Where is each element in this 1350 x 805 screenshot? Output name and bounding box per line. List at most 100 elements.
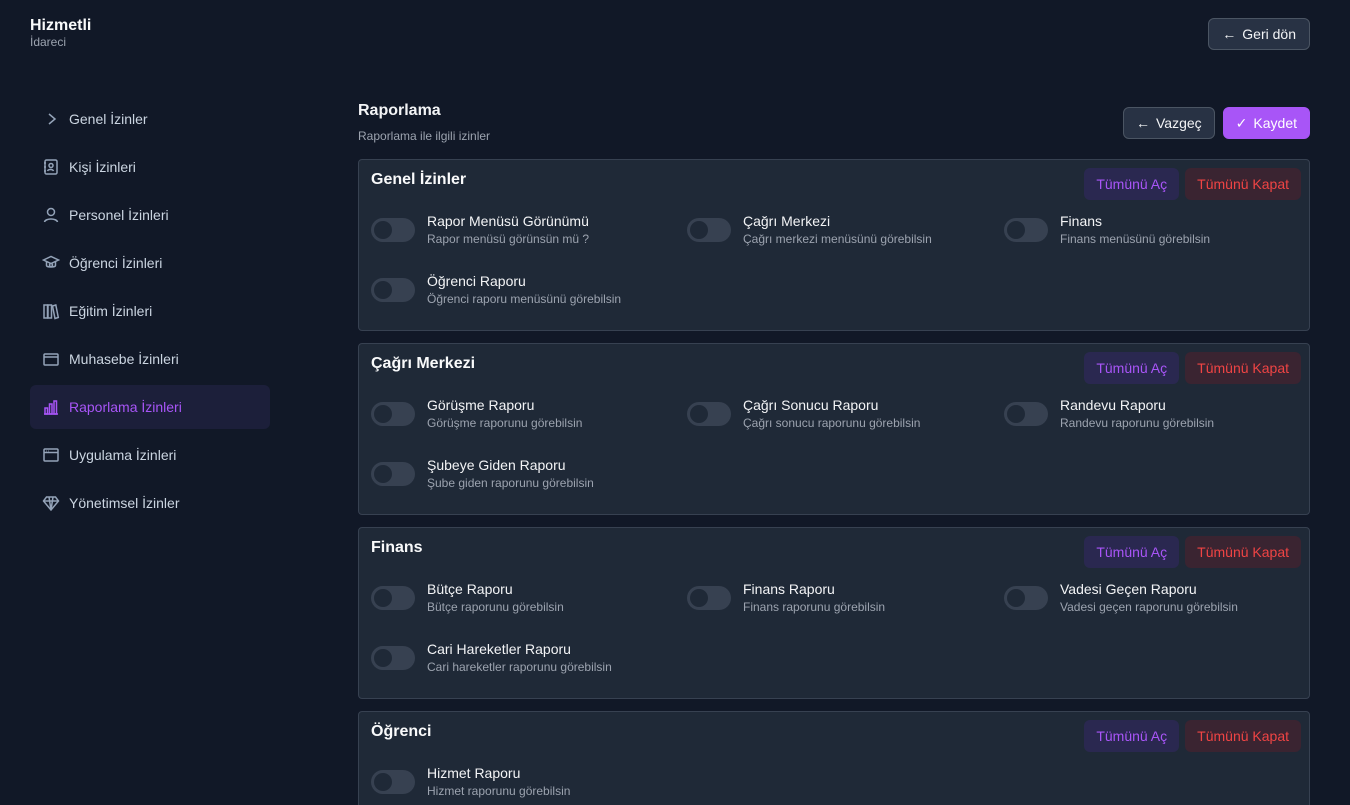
user-icon — [43, 207, 59, 223]
diamond-icon — [42, 496, 60, 512]
books-icon — [43, 304, 60, 320]
permission-toggle[interactable] — [687, 402, 731, 426]
close-all-button[interactable]: Tümünü Kapat — [1185, 720, 1301, 752]
arrow-left-icon: ← — [1136, 115, 1150, 131]
toggle-knob — [1007, 405, 1025, 423]
sidebar-item-6[interactable]: Raporlama İzinleri — [30, 385, 270, 429]
section-title: Öğrenci — [371, 723, 432, 740]
permission-item: Hizmet Raporu Hizmet raporunu görebilsin — [371, 764, 687, 805]
sidebar-item-0[interactable]: Genel İzinler — [30, 97, 270, 141]
permission-item: Görüşme Raporu Görüşme raporunu görebilsi… — [371, 396, 687, 442]
permission-description: Bütçe raporunu görebilsin — [427, 600, 564, 614]
close-all-button[interactable]: Tümünü Kapat — [1185, 536, 1301, 568]
sidebar-item-label: Eğitim İzinleri — [69, 303, 153, 319]
brand: Hizmetli İdareci — [30, 16, 91, 49]
permission-text: Çağrı Merkezi Çağrı merkezi menüsünü göre… — [743, 212, 932, 248]
toggle-knob — [374, 589, 392, 607]
permission-description: Öğrenci raporu menüsünü görebilsin — [427, 292, 622, 306]
sidebar-item-5[interactable]: Muhasebe İzinleri — [30, 337, 270, 381]
permission-section: Çağrı Merkezi Tümünü Aç Tümünü Kapat Görüşm… — [358, 343, 1310, 515]
toggle-knob — [690, 405, 708, 423]
header-actions: ← Vazgeç ✓ Kaydet — [1123, 107, 1310, 139]
permission-toggle[interactable] — [371, 218, 415, 242]
permission-description: Randevu raporunu görebilsin — [1060, 416, 1215, 430]
sidebar-item-2[interactable]: Personel İzinleri — [30, 193, 270, 237]
permission-title: Rapor Menüsü Görünümü — [427, 213, 589, 229]
permission-grid: Rapor Menüsü Görünümü Rapor menüsü görüns… — [371, 212, 1297, 318]
permission-toggle[interactable] — [371, 770, 415, 794]
brand-subtitle: İdareci — [30, 35, 67, 49]
app-window-icon — [43, 448, 59, 462]
permission-description: Şube giden raporunu görebilsin — [427, 476, 594, 490]
permission-title: Öğrenci Raporu — [427, 273, 526, 289]
permission-toggle[interactable] — [371, 278, 415, 302]
open-all-button[interactable]: Tümünü Aç — [1084, 536, 1180, 568]
save-button[interactable]: ✓ Kaydet — [1222, 107, 1310, 139]
permission-title: Görüşme Raporu — [427, 397, 535, 413]
sidebar-item-label: Genel İzinler — [69, 111, 148, 127]
section-header: Çağrı Merkezi Tümünü Aç Tümünü Kapat — [371, 344, 1301, 396]
permission-title: Bütçe Raporu — [427, 581, 513, 597]
permission-title: Finans Raporu — [743, 581, 835, 597]
permission-toggle[interactable] — [1004, 586, 1048, 610]
permission-item: Vadesi Geçen Raporu Vadesi geçen raporunu… — [1004, 580, 1297, 626]
sidebar-item-7[interactable]: Uygulama İzinleri — [30, 433, 270, 477]
contact-book-icon — [44, 159, 58, 175]
toggle-knob — [690, 221, 708, 239]
permission-toggle[interactable] — [687, 218, 731, 242]
open-all-button[interactable]: Tümünü Aç — [1084, 168, 1180, 200]
permission-title: Şubeye Giden Raporu — [427, 457, 566, 473]
toggle-knob — [690, 589, 708, 607]
close-all-button[interactable]: Tümünü Kapat — [1185, 168, 1301, 200]
permission-toggle[interactable] — [1004, 402, 1048, 426]
open-all-button[interactable]: Tümünü Aç — [1084, 720, 1180, 752]
section-title: Genel İzinler — [371, 171, 467, 188]
permission-title: Hizmet Raporu — [427, 765, 521, 781]
toggle-knob — [374, 465, 392, 483]
sidebar: Genel İzinler Kişi İzinleri Personel İzinl… — [30, 97, 270, 529]
toggle-knob — [374, 221, 392, 239]
permission-description: Finans raporunu görebilsin — [743, 600, 886, 614]
sidebar-item-8[interactable]: Yönetimsel İzinler — [30, 481, 270, 525]
back-button[interactable]: ← Geri dön — [1208, 18, 1310, 50]
permission-description: Rapor menüsü görünsün mü ? — [427, 232, 590, 246]
toggle-knob — [374, 773, 392, 791]
section-header: Öğrenci Tümünü Aç Tümünü Kapat — [371, 712, 1301, 764]
permission-text: Finans Finans menüsünü görebilsin — [1060, 212, 1210, 248]
cancel-button-label: Vazgeç — [1156, 115, 1202, 131]
permission-item: Rapor Menüsü Görünümü Rapor menüsü görüns… — [371, 212, 687, 258]
permission-item: Çağrı Merkezi Çağrı merkezi menüsünü göre… — [687, 212, 1004, 258]
sidebar-item-4[interactable]: Eğitim İzinleri — [30, 289, 270, 333]
permission-toggle[interactable] — [1004, 218, 1048, 242]
sidebar-item-label: Kişi İzinleri — [69, 159, 136, 175]
bar-chart-icon — [44, 400, 58, 415]
wallet-icon — [43, 353, 59, 366]
permission-text: Hizmet Raporu Hizmet raporunu görebilsin — [427, 764, 570, 800]
sidebar-item-label: Öğrenci İzinleri — [69, 255, 163, 271]
permission-section: Öğrenci Tümünü Aç Tümünü Kapat Hizmet Rapor… — [358, 711, 1310, 805]
sidebar-item-label: Uygulama İzinleri — [69, 447, 177, 463]
permission-item: Randevu Raporu Randevu raporunu görebilsi… — [1004, 396, 1297, 442]
permission-item: Öğrenci Raporu Öğrenci raporu menüsünü gö… — [371, 272, 687, 318]
permission-toggle[interactable] — [687, 586, 731, 610]
close-all-button[interactable]: Tümünü Kapat — [1185, 352, 1301, 384]
permission-toggle[interactable] — [371, 462, 415, 486]
permission-title: Çağrı Merkezi — [743, 213, 831, 229]
sidebar-item-3[interactable]: Öğrenci İzinleri — [30, 241, 270, 285]
toggle-knob — [374, 649, 392, 667]
permission-sections: Genel İzinler Tümünü Aç Tümünü Kapat Rapor … — [358, 159, 1310, 805]
cancel-button[interactable]: ← Vazgeç — [1123, 107, 1215, 139]
sidebar-item-1[interactable]: Kişi İzinleri — [30, 145, 270, 189]
permission-text: Şubeye Giden Raporu Şube giden raporunu g… — [427, 456, 594, 492]
permission-toggle[interactable] — [371, 646, 415, 670]
permission-toggle[interactable] — [371, 402, 415, 426]
permission-title: Finans — [1060, 213, 1103, 229]
permission-toggle[interactable] — [371, 586, 415, 610]
brand-title: Hizmetli — [30, 17, 92, 34]
section-actions: Tümünü Aç Tümünü Kapat — [1084, 536, 1301, 568]
permission-title: Cari Hareketler Raporu — [427, 641, 571, 657]
permission-item: Cari Hareketler Raporu Cari hareketler ra… — [371, 640, 687, 686]
toggle-knob — [1007, 221, 1025, 239]
open-all-button[interactable]: Tümünü Aç — [1084, 352, 1180, 384]
permission-description: Finans menüsünü görebilsin — [1060, 232, 1211, 246]
